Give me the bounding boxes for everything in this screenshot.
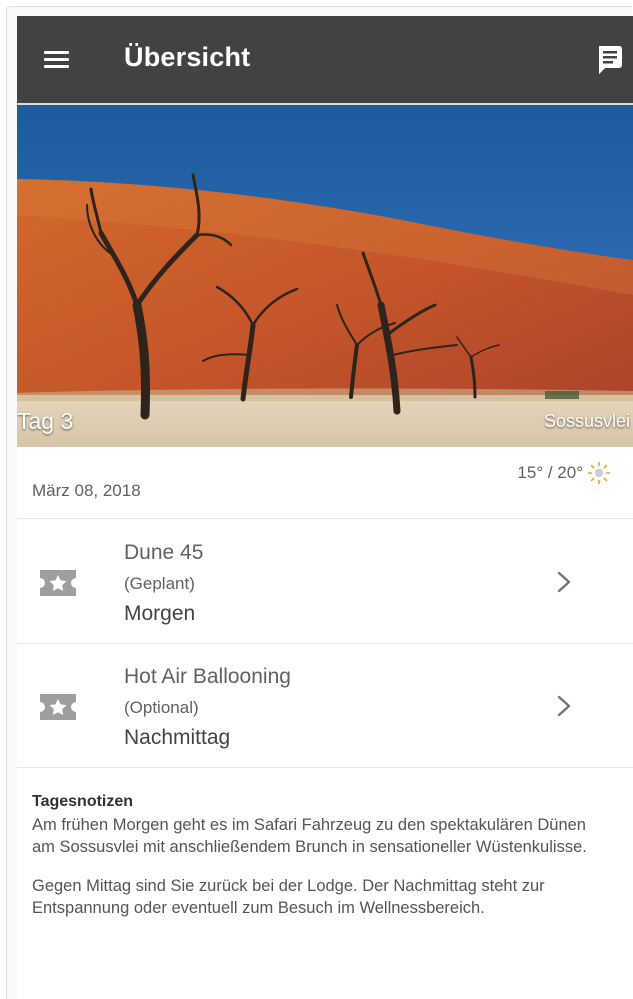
place-label: Sossusvlei (543, 411, 630, 431)
star-ticket-icon (40, 694, 76, 720)
weather-info: 15° / 20° (517, 461, 611, 485)
date-text: März 08, 2018 (32, 481, 141, 500)
day-notes: Tagesnotizen Am frühen Morgen geht es im… (32, 793, 612, 936)
chat-message-icon (599, 46, 622, 74)
temperature-text: 15° / 20° (517, 463, 583, 482)
notes-paragraph: Am frühen Morgen geht es im Safari Fahrz… (32, 816, 587, 856)
sunny-icon (587, 461, 611, 485)
star-ticket-icon (40, 570, 76, 596)
activity-time: Nachmittag (124, 726, 231, 749)
notes-paragraph: Gegen Mittag sind Sie zurück bei der Lod… (32, 877, 545, 917)
hero-image: Tag 3 Sossusvlei (17, 105, 633, 447)
date-row: März 08, 2018 15° / 20° (17, 447, 633, 519)
app-screen: Übersicht Tag 3 Sossusvlei März 08, 2018… (17, 16, 633, 999)
app-bar: Übersicht (17, 16, 633, 105)
chevron-right-icon (557, 695, 571, 717)
activity-name: Dune 45 (124, 541, 204, 564)
menu-button[interactable] (31, 38, 83, 82)
activity-status: (Optional) (124, 698, 199, 717)
activity-status: (Geplant) (124, 574, 195, 593)
activity-item-hot-air-ballooning[interactable]: Hot Air Ballooning (Optional) Nachmittag (17, 643, 633, 768)
activity-name: Hot Air Ballooning (124, 665, 291, 688)
activity-item-dune-45[interactable]: Dune 45 (Geplant) Morgen (17, 519, 633, 644)
activity-time: Morgen (124, 602, 196, 625)
notes-title: Tagesnotizen (32, 793, 134, 810)
chat-button[interactable] (583, 36, 633, 82)
chevron-right-icon (557, 571, 571, 593)
day-label: Tag 3 (17, 408, 74, 434)
page-title: Übersicht (124, 42, 251, 72)
desert-dune-photo (17, 105, 633, 447)
